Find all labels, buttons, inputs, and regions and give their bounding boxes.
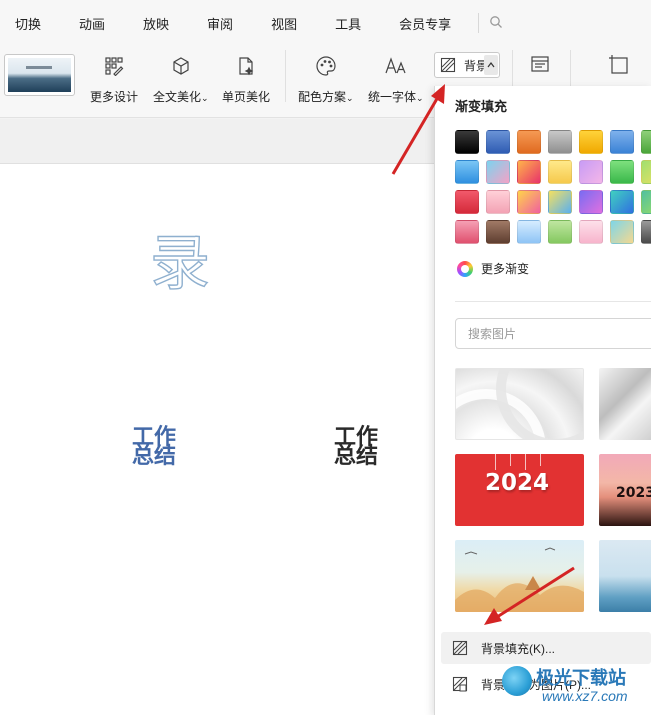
watermark-url: www.xz7.com — [542, 688, 628, 704]
full-beautify-button[interactable]: 全文美化⌄ — [153, 54, 209, 105]
gradient-swatch[interactable] — [579, 190, 603, 214]
menu-member[interactable]: 会员专享 — [399, 14, 451, 33]
menu-slideshow[interactable]: 放映 — [143, 14, 169, 33]
page-beautify-button[interactable]: 单页美化 — [222, 54, 270, 105]
palette-icon — [314, 54, 338, 78]
background-image-landscape[interactable] — [455, 540, 584, 612]
gradient-swatch[interactable] — [548, 160, 572, 184]
cube-icon — [169, 54, 193, 78]
watermark-name: 极光下载站 — [536, 668, 626, 689]
save-image-icon — [451, 675, 469, 693]
more-design-button[interactable]: 更多设计 — [90, 54, 138, 105]
gradient-swatch[interactable] — [486, 190, 510, 214]
more-gradient-label: 更多渐变 — [481, 262, 530, 276]
menu-bar: 切换 动画 放映 审阅 视图 工具 会员专享 — [0, 0, 651, 46]
watermark-logo-icon — [502, 666, 532, 696]
font-aa-icon — [384, 54, 408, 78]
gradient-swatch[interactable] — [579, 220, 603, 244]
more-gradient-button[interactable]: 更多渐变 — [457, 260, 529, 277]
color-scheme-button[interactable]: 配色方案⌄ — [298, 54, 354, 105]
slide-size-icon[interactable] — [608, 54, 630, 79]
page-sparkle-icon — [234, 54, 258, 78]
more-design-label: 更多设计 — [90, 90, 139, 104]
search-icon[interactable] — [489, 15, 503, 32]
layout-icon[interactable] — [530, 54, 550, 77]
full-beautify-label: 全文美化⌄ — [153, 90, 209, 104]
grid-design-icon — [102, 54, 126, 78]
background-image-2023[interactable]: 2023 — [599, 454, 651, 526]
site-watermark: 极光下载站 www.xz7.com — [502, 662, 651, 715]
background-image-sea[interactable] — [599, 540, 651, 612]
gradient-swatch[interactable] — [579, 160, 603, 184]
gradient-swatch[interactable] — [486, 130, 510, 154]
slide-title-blue[interactable]: 工作总结 — [124, 427, 184, 468]
dropdown-divider — [455, 301, 651, 302]
year-2023-text: 2023 — [616, 485, 651, 501]
gradient-swatch[interactable] — [548, 130, 572, 154]
unify-font-button[interactable]: 统一字体⌄ — [368, 54, 424, 105]
gradient-swatch[interactable] — [517, 130, 541, 154]
gradient-swatch[interactable] — [517, 220, 541, 244]
menu-animation[interactable]: 动画 — [79, 14, 105, 33]
gradient-swatch[interactable] — [641, 220, 651, 244]
slide[interactable]: 录 工作总结 工作总结 — [0, 163, 450, 715]
color-scheme-label: 配色方案⌄ — [298, 90, 354, 104]
background-image-silver-swirl[interactable] — [599, 368, 651, 440]
gradient-swatch[interactable] — [610, 220, 634, 244]
gradient-swatch[interactable] — [548, 190, 572, 214]
menu-transition[interactable]: 切换 — [15, 14, 41, 33]
image-search-box[interactable] — [455, 318, 651, 349]
menu-review[interactable]: 审阅 — [207, 14, 233, 33]
gradient-swatch[interactable] — [610, 190, 634, 214]
page-beautify-label: 单页美化 — [222, 90, 271, 104]
gradient-swatch[interactable] — [641, 190, 651, 214]
gradient-swatch[interactable] — [517, 190, 541, 214]
ribbon-divider — [285, 50, 286, 102]
gradient-swatch[interactable] — [610, 130, 634, 154]
gradient-swatch[interactable] — [486, 160, 510, 184]
gradient-swatch[interactable] — [455, 190, 479, 214]
chevron-up-icon[interactable] — [484, 55, 498, 75]
color-wheel-icon — [457, 260, 473, 277]
gradient-swatch[interactable] — [548, 220, 572, 244]
gradient-swatch[interactable] — [579, 130, 603, 154]
menu-divider — [478, 13, 480, 33]
background-button[interactable]: 背景 — [434, 52, 500, 78]
gradient-swatch[interactable] — [455, 160, 479, 184]
outline-character[interactable]: 录 — [149, 233, 210, 294]
background-fill-icon — [440, 55, 460, 75]
background-fill-icon — [451, 639, 469, 657]
background-fill-option[interactable]: 背景填充(K)... — [441, 632, 651, 664]
gradient-fill-title: 渐变填充 — [455, 99, 508, 114]
gradient-swatch[interactable] — [641, 160, 651, 184]
background-fill-label: 背景填充(K)... — [481, 641, 555, 656]
gradient-swatch[interactable] — [641, 130, 651, 154]
slide-theme-thumbnail[interactable] — [4, 54, 75, 96]
gradient-swatch[interactable] — [455, 220, 479, 244]
background-image-white-waves[interactable] — [455, 368, 584, 440]
image-search-input[interactable] — [456, 319, 636, 348]
menu-view[interactable]: 视图 — [271, 14, 297, 33]
gradient-swatch[interactable] — [486, 220, 510, 244]
unify-font-label: 统一字体⌄ — [368, 90, 424, 104]
background-dropdown: 渐变填充 更多渐变 搜索图片 2024 202 背景填充(K)... 背景另存为… — [434, 86, 651, 715]
gradient-swatch[interactable] — [610, 160, 634, 184]
background-image-2024[interactable]: 2024 — [455, 454, 584, 526]
year-2024-text: 2024 — [485, 470, 550, 496]
gradient-swatch[interactable] — [517, 160, 541, 184]
gradient-swatch[interactable] — [455, 130, 479, 154]
menu-tools[interactable]: 工具 — [335, 14, 361, 33]
slide-title-dark[interactable]: 工作总结 — [326, 427, 386, 468]
